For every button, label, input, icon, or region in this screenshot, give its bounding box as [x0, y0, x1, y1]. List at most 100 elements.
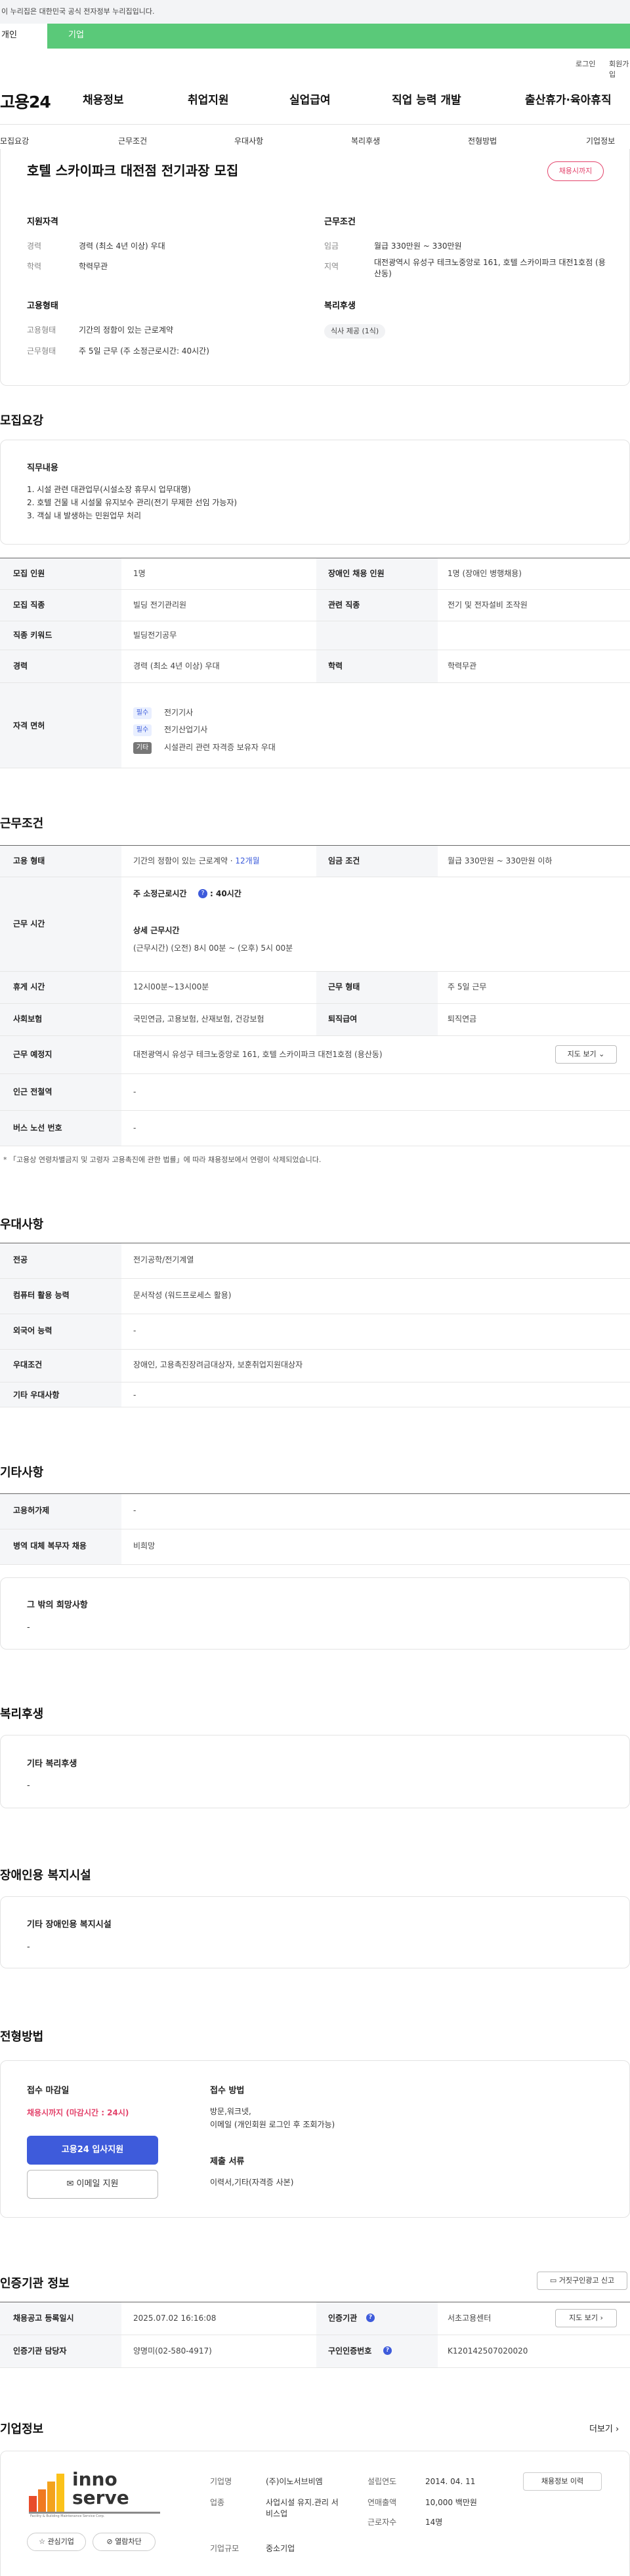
email-apply-button[interactable]: ✉ 이메일 지원 — [27, 2170, 158, 2199]
mail-icon: ✉ — [66, 2179, 74, 2189]
anchor-apply[interactable]: 전형방법 — [468, 136, 497, 147]
facility-section-title: 장애인용 복지시설 — [0, 1869, 91, 1882]
anchor-company[interactable]: 기업정보 — [586, 136, 615, 147]
method-line-2: 이메일 (개인회원 로그인 후 조회가능) — [210, 2120, 335, 2129]
break-time-value: 12시00분~13시00분 — [133, 982, 209, 991]
wage-condition-label: 임금 조건 — [328, 856, 360, 865]
map-view-button[interactable]: 지도 보기 ⌄ — [555, 1045, 617, 1064]
tab-company[interactable]: 기업 — [68, 24, 84, 49]
table-career-label: 경력 — [13, 661, 28, 671]
headcount-label: 모집 인원 — [13, 569, 45, 578]
disabled-hire-label: 장애인 채용 인원 — [328, 569, 385, 578]
gnb-item-training[interactable]: 직업 능력 개발 — [392, 93, 461, 109]
retirement-value: 퇴직연금 — [448, 1014, 477, 1024]
break-time-label: 휴게 시간 — [13, 982, 45, 991]
method-title: 접수 방법 — [210, 2086, 245, 2096]
row-divider — [0, 1035, 630, 1036]
gnb-item-unemployment[interactable]: 실업급여 — [289, 93, 331, 109]
agency-map-button[interactable]: 지도 보기 › — [555, 2309, 617, 2327]
manager-label: 인증기관 담당자 — [13, 2346, 67, 2356]
related-job-label: 관련 직종 — [328, 600, 360, 610]
logo-word-serve: serve — [72, 2487, 129, 2508]
info-icon[interactable]: ? — [383, 2346, 392, 2355]
bus-value: - — [133, 1123, 136, 1132]
preference-condition-label: 우대조건 — [13, 1360, 43, 1369]
license-tag: 필수 — [133, 724, 152, 736]
work-label-col-left — [0, 845, 121, 1146]
job-history-button[interactable]: 채용정보 이력 — [523, 2472, 602, 2491]
insurance-label: 사회보험 — [13, 1014, 43, 1024]
welfare-box-title: 기타 복리후생 — [27, 1759, 77, 1769]
logo-tagline: Facility & Building Maintenance Service … — [30, 2514, 105, 2518]
row-divider — [0, 682, 630, 683]
gnb-item-parental-leave[interactable]: 출산휴가·육아휴직 — [525, 93, 612, 109]
registered-label: 채용공고 등록일시 — [13, 2314, 74, 2323]
insurance-value: 국민연금, 고용보험, 산재보험, 건강보험 — [133, 1014, 264, 1024]
info-icon[interactable]: ? — [366, 2314, 375, 2322]
work-form-value: 주 5일 근무 (주 소정근로시간: 40시간) — [79, 346, 209, 356]
license-tag: 기타 — [133, 742, 152, 754]
gnb-item-employment-support[interactable]: 취업지원 — [188, 93, 229, 109]
employment-type-label: 고용형태 — [27, 325, 56, 335]
agency-value: 서초고용센터 — [448, 2314, 492, 2323]
military-value: 비희망 — [133, 1541, 156, 1550]
permit-value: - — [133, 1506, 136, 1515]
weekly-hours-value: : 40시간 — [210, 889, 242, 898]
company-size-label: 기업규모 — [210, 2544, 240, 2553]
site-logo[interactable]: 고용24 — [0, 91, 51, 114]
qualification-heading: 지원자격 — [27, 217, 58, 227]
join-link[interactable]: 회원가입 — [609, 59, 630, 80]
deadline-value: 채용시까지 (마감시간 : 24시) — [27, 2108, 129, 2117]
permit-label: 고용허가제 — [13, 1506, 50, 1515]
anchor-recruit[interactable]: 모집요강 — [0, 136, 29, 147]
duty-title: 직무내용 — [27, 463, 58, 473]
anchor-work[interactable]: 근무조건 — [118, 136, 147, 147]
block-icon: ⊘ — [106, 2537, 113, 2546]
pref-section-title: 우대사항 — [0, 1218, 44, 1232]
sales-label: 연매출액 — [368, 2498, 397, 2507]
info-icon[interactable]: ? — [198, 889, 207, 898]
language-label: 외국어 능력 — [13, 1326, 52, 1335]
gnb-item-jobs[interactable]: 채용정보 — [83, 93, 124, 109]
age-notice: * 「고용상 연령차별금지 및 고령자 고용촉진에 관한 법률」에 따라 채용정… — [3, 1155, 322, 1164]
cert-number-value: K120142507020020 — [448, 2346, 528, 2356]
industry-value: 사업시설 유지.관리 서비스업 — [266, 2498, 339, 2519]
interest-company-button[interactable]: ☆ 관심기업 — [27, 2533, 86, 2551]
station-label: 인근 전철역 — [13, 1087, 52, 1096]
other-section-title: 기타사항 — [0, 1466, 44, 1480]
region-value: 대전광역시 유성구 테크노중앙로 161, 호텔 스카이파크 대전1호점 (용산… — [374, 258, 606, 279]
preference-condition-value: 장애인, 고용촉진장려금대상자, 보훈취업지원대상자 — [133, 1360, 303, 1369]
welfare-box — [0, 1735, 630, 1808]
registered-value: 2025.07.02 16:16:08 — [133, 2314, 217, 2323]
employees-value: 14명 — [425, 2518, 443, 2527]
hope-title: 그 밖의 희망사항 — [27, 1600, 88, 1610]
chevron-down-icon: ⌄ — [598, 1050, 605, 1058]
tab-personal[interactable]: 개인 — [0, 24, 47, 49]
bus-label: 버스 노선 번호 — [13, 1123, 62, 1132]
duty-line-3: 3. 객실 내 발생하는 민원업무 처리 — [27, 511, 142, 520]
row-divider — [0, 1110, 630, 1111]
block-view-button[interactable]: ⊘ 열람차단 — [93, 2533, 156, 2551]
contract-months: 12개월 — [235, 856, 260, 865]
facility-box-title: 기타 장애인용 복지시설 — [27, 1920, 112, 1930]
report-fake-ad-button[interactable]: ▭ 거짓구인광고 신고 — [537, 2272, 627, 2290]
apply-button[interactable]: 고용24 입사지원 — [27, 2136, 158, 2165]
wage-condition-value: 월급 330만원 ~ 330만원 이하 — [448, 856, 553, 865]
employment-form-label: 고용 형태 — [13, 856, 45, 865]
work-section-title: 근무조건 — [0, 817, 44, 831]
company-more-link[interactable]: 더보기 › — [589, 2424, 619, 2436]
work-form-label: 근무형태 — [27, 346, 56, 356]
employment-form-value: 기간의 정함이 있는 근로계약 · 12개월 — [133, 856, 260, 865]
headcount-value: 1명 — [133, 569, 146, 578]
anchor-welfare[interactable]: 복리후생 — [351, 136, 380, 147]
login-link[interactable]: 로그인 — [576, 59, 595, 70]
anchor-pref[interactable]: 우대사항 — [234, 136, 263, 147]
report-icon: ▭ — [549, 2276, 557, 2285]
audience-tab-bar: 개인 기업 — [0, 24, 630, 49]
welfare-heading: 복리후생 — [324, 301, 356, 311]
welfare-box-value: - — [27, 1781, 30, 1791]
license-tag: 필수 — [133, 707, 152, 719]
row-divider — [0, 589, 630, 590]
workplace-value: 대전광역시 유성구 테크노중앙로 161, 호텔 스카이파크 대전1호점 (용산… — [133, 1050, 383, 1059]
company-size-value: 중소기업 — [266, 2544, 295, 2553]
